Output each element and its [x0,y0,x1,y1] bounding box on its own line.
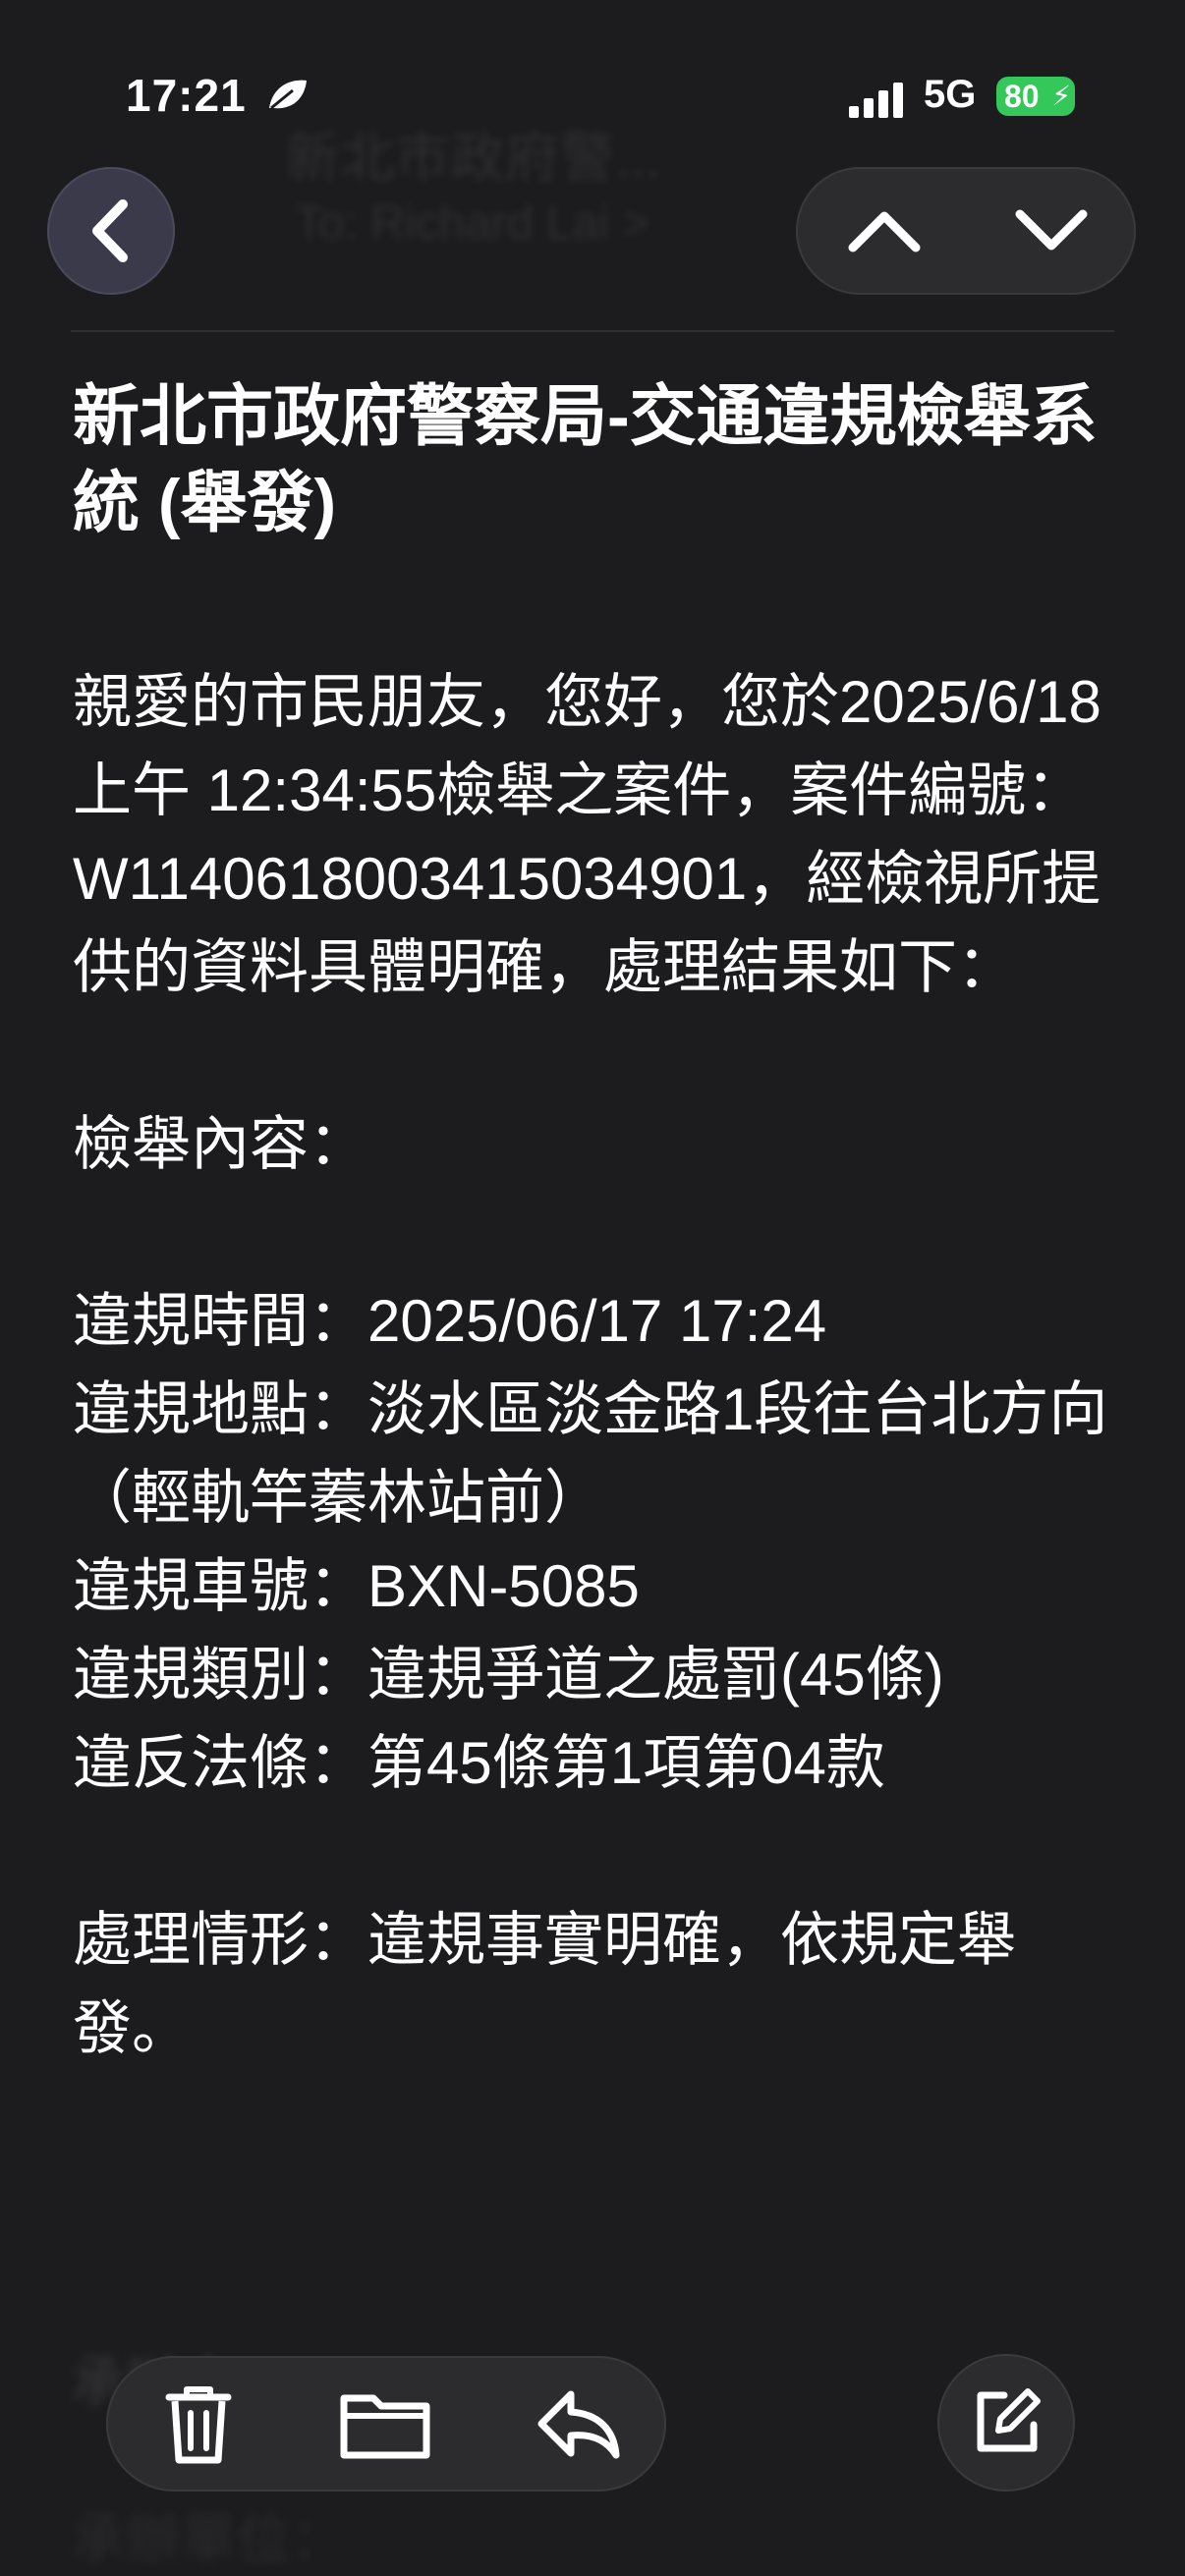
battery-indicator: 80 ⚡ [996,77,1075,116]
chevron-down-icon [1015,209,1088,251]
delete-button[interactable] [149,2380,248,2468]
chevron-up-icon [848,211,921,252]
reply-icon [537,2390,620,2459]
next-message-button[interactable] [1002,192,1100,270]
chevron-left-icon [92,199,128,262]
sender-name: 新北市政府警... [285,127,661,189]
content-heading: 檢舉內容： [73,1111,367,1177]
message-navigation [796,167,1136,295]
footer-line-2: 承辦單位： [71,2508,346,2570]
plate-number: 違規車號：BXN-5085 [73,1553,640,1619]
cellular-signal-icon [849,79,908,118]
body-intro: 親愛的市民朋友，您好，您於2025/6/18 上午 12:34:55檢舉之案件，… [73,669,1118,1000]
handling-status: 處理情形：違規事實明確，依規定舉發。 [73,1907,1016,2061]
previous-message-button[interactable] [835,192,933,270]
back-button[interactable] [47,167,175,295]
violation-time: 違規時間：2025/06/17 17:24 [73,1288,827,1354]
action-toolbar [106,2356,666,2492]
network-type: 5G [924,73,977,116]
battery-level: 80 [1004,79,1040,114]
header-divider [71,330,1114,332]
email-subject: 新北市政府警察局-交通違規檢舉系統 (舉發) [73,379,1098,540]
compose-icon [977,2388,1041,2452]
reply-button[interactable] [529,2380,627,2468]
folder-icon [340,2394,430,2459]
law-article: 違反法條：第45條第1項第04款 [73,1730,885,1796]
leaf-icon [269,80,307,110]
email-body: 親愛的市民朋友，您好，您於2025/6/18 上午 12:34:55檢舉之案件，… [73,658,1124,2073]
status-time: 17:21 [126,70,247,121]
charging-icon: ⚡ [1051,81,1071,111]
recipient-line: To: Richard Lai > [295,197,650,250]
violation-type: 違規類別：違規爭道之處罰(45條) [73,1642,944,1708]
violation-location: 違規地點：淡水區淡金路1段往台北方向（輕軌竿蓁林站前） [73,1376,1108,1531]
move-to-folder-button[interactable] [336,2380,434,2468]
compose-button[interactable] [937,2354,1075,2492]
trash-icon [165,2386,232,2464]
